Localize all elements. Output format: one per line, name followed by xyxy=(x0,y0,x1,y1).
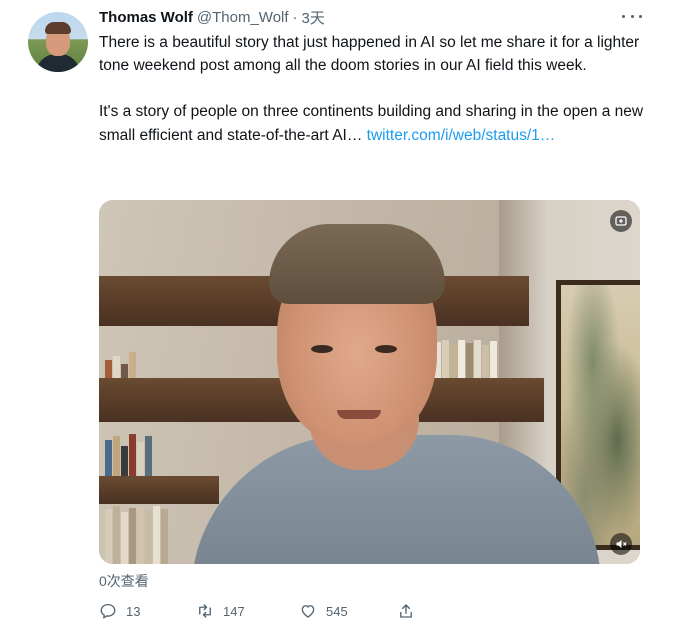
volume-icon[interactable] xyxy=(610,533,632,555)
heart-icon xyxy=(301,605,315,618)
person-hair xyxy=(269,224,445,304)
tweet-video[interactable] xyxy=(99,200,640,564)
person-eye-left xyxy=(311,345,333,353)
books-left-lower xyxy=(105,432,152,476)
retweet-count: 147 xyxy=(223,603,245,619)
tweet-link[interactable]: twitter.com/i/web/status/1… xyxy=(367,127,556,144)
reply-button[interactable]: 13 xyxy=(99,600,140,622)
author-name[interactable]: Thomas Wolf xyxy=(99,9,193,26)
avatar-hair xyxy=(45,22,71,34)
tweet-paragraph-2: It's a story of people on three continen… xyxy=(99,100,659,146)
more-options-icon[interactable] xyxy=(622,8,642,24)
settings-icon[interactable] xyxy=(610,210,632,232)
avatar-body xyxy=(36,54,80,72)
tweet-text: There is a beautiful story that just hap… xyxy=(99,31,659,147)
retweet-button[interactable]: 147 xyxy=(196,600,245,622)
author-handle[interactable]: @Thom_Wolf xyxy=(197,9,289,26)
tweet-paragraph-1: There is a beautiful story that just hap… xyxy=(99,34,640,75)
tweet-timestamp[interactable]: 3天 xyxy=(302,7,325,28)
person-eye-right xyxy=(375,345,397,353)
avatar[interactable] xyxy=(28,12,88,72)
shelf-bottom xyxy=(99,476,219,504)
tweet-actions: 13 147 545 xyxy=(99,600,429,622)
like-count: 545 xyxy=(326,603,348,619)
separator-dot: · xyxy=(292,8,298,26)
books-left-middle xyxy=(105,350,136,378)
tweet[interactable]: Thomas Wolf @Thom_Wolf · 3天 There is a b… xyxy=(0,0,700,629)
tweet-header: Thomas Wolf @Thom_Wolf · 3天 xyxy=(99,6,325,28)
books-left-bottom xyxy=(105,504,168,564)
share-icon xyxy=(400,604,412,618)
person-mouth xyxy=(337,410,381,419)
reply-count: 13 xyxy=(126,603,141,619)
reply-icon xyxy=(100,603,116,619)
share-button[interactable] xyxy=(397,600,415,622)
like-button[interactable]: 545 xyxy=(299,600,348,622)
view-count: 0次查看 xyxy=(99,573,149,589)
books-right-middle xyxy=(434,338,497,378)
retweet-icon xyxy=(199,604,211,618)
